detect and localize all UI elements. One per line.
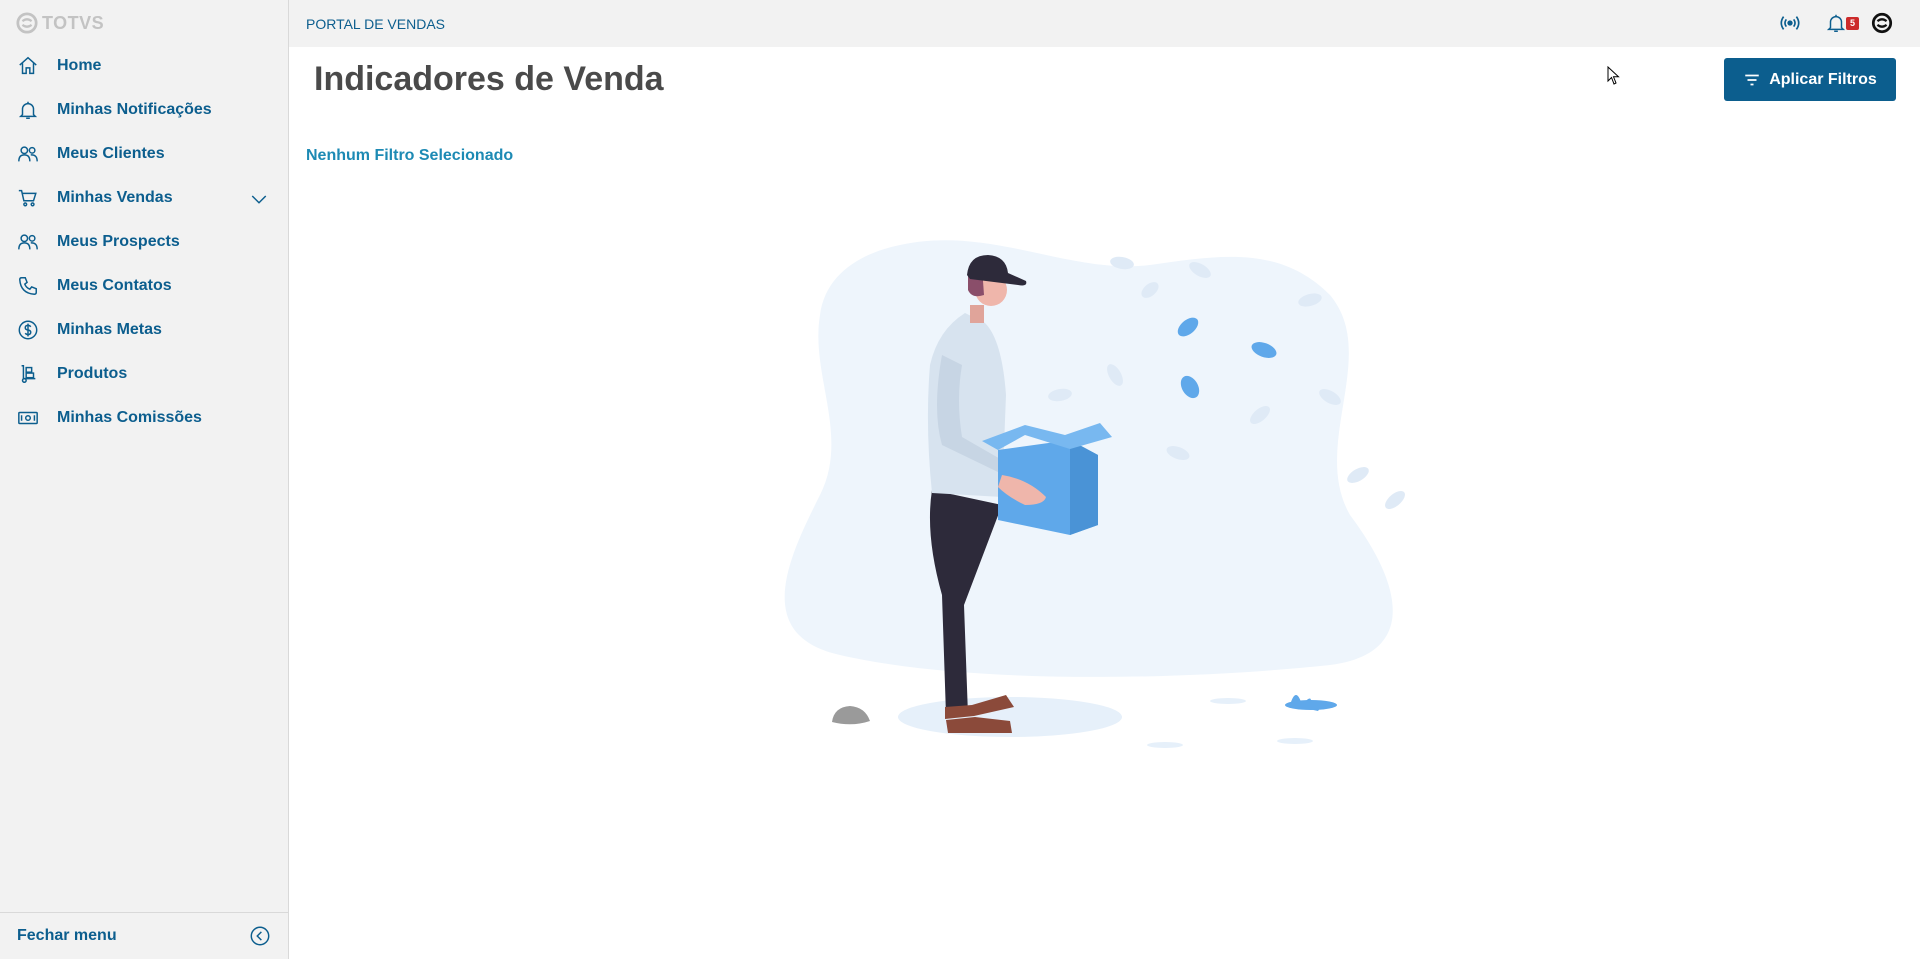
sidebar-item-produtos[interactable]: Produtos: [0, 352, 288, 396]
money-icon: [17, 407, 39, 429]
sidebar-item-label: Meus Contatos: [57, 277, 172, 294]
page-title: Indicadores de Venda: [314, 60, 664, 98]
sidebar-item-label: Meus Clientes: [57, 145, 165, 162]
portal-title: PORTAL DE VENDAS: [306, 16, 446, 32]
filter-icon: [1745, 74, 1759, 85]
apply-filters-button[interactable]: Aplicar Filtros: [1724, 58, 1896, 101]
sidebar-item-label: Minhas Comissões: [57, 409, 202, 426]
user-profile-button[interactable]: [1870, 11, 1894, 35]
home-icon: [17, 55, 39, 77]
topbar: PORTAL DE VENDAS 5: [289, 0, 1920, 47]
apply-filters-label: Aplicar Filtros: [1769, 70, 1877, 88]
hand-truck-icon: [17, 363, 39, 385]
topbar-actions: 5: [1756, 11, 1894, 35]
users-icon: [17, 143, 39, 165]
sidebar-item-vendas[interactable]: Minhas Vendas: [0, 176, 288, 220]
logo-text: TOTVS: [42, 12, 105, 33]
sidebar-item-label: Minhas Notificações: [57, 101, 212, 118]
sidebar-item-label: Minhas Metas: [57, 321, 162, 338]
phone-icon: [17, 275, 39, 297]
dollar-circle-icon: [17, 319, 39, 341]
sidebar-item-label: Home: [57, 57, 102, 74]
close-menu-label: Fechar menu: [17, 927, 117, 944]
sidebar: TOTVS Home Minhas Notificações Meus Clie…: [0, 0, 289, 959]
sidebar-item-clientes[interactable]: Meus Clientes: [0, 132, 288, 176]
users-icon: [17, 231, 39, 253]
bell-icon: [1826, 14, 1846, 32]
sidebar-item-home[interactable]: Home: [0, 44, 288, 88]
wifi-signal-icon[interactable]: [1778, 11, 1802, 35]
bell-icon: [17, 99, 39, 121]
sidebar-item-label: Produtos: [57, 365, 128, 382]
close-menu-button[interactable]: Fechar menu: [0, 912, 288, 959]
collapse-chevron-icon[interactable]: [249, 925, 271, 947]
sidebar-item-label: Minhas Vendas: [57, 189, 173, 206]
totvs-logo: TOTVS: [16, 12, 104, 34]
sidebar-item-metas[interactable]: Minhas Metas: [0, 308, 288, 352]
totvs-logo-icon: [1871, 12, 1893, 34]
sidebar-menu: Home Minhas Notificações Meus Clientes M…: [0, 44, 288, 440]
mouse-cursor-icon: [1607, 66, 1620, 85]
totvs-logo-icon: [16, 12, 38, 34]
sidebar-item-notificacoes[interactable]: Minhas Notificações: [0, 88, 288, 132]
sidebar-item-label: Meus Prospects: [57, 233, 180, 250]
sidebar-item-prospects[interactable]: Meus Prospects: [0, 220, 288, 264]
cart-icon: [17, 187, 39, 209]
filter-status-link[interactable]: Nenhum Filtro Selecionado: [306, 147, 513, 165]
notifications-button[interactable]: 5: [1824, 11, 1859, 35]
empty-state-illustration: [784, 240, 1405, 748]
notification-badge: 5: [1846, 17, 1859, 30]
sidebar-item-comissoes[interactable]: Minhas Comissões: [0, 396, 288, 440]
chevron-down-icon[interactable]: [250, 190, 268, 208]
sidebar-item-contatos[interactable]: Meus Contatos: [0, 264, 288, 308]
